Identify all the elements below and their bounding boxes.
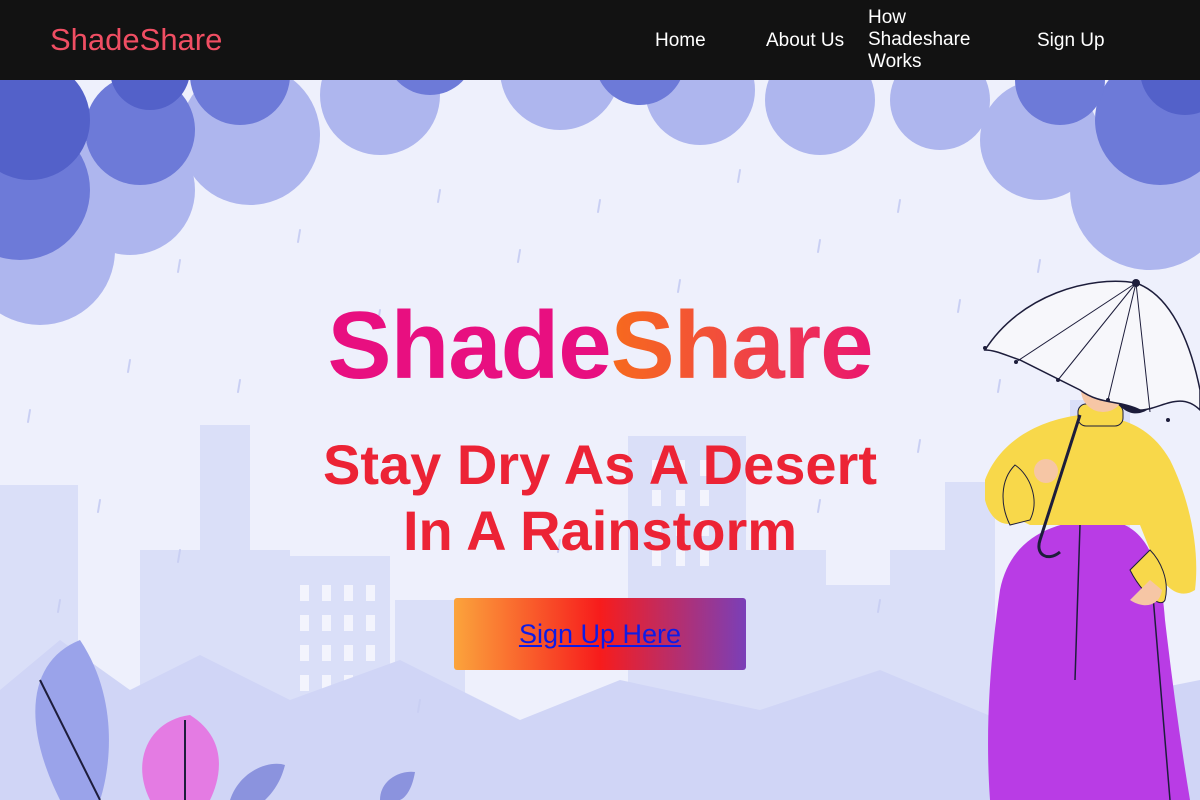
sign-up-here-link[interactable]: Sign Up Here — [519, 619, 681, 650]
nav-link-home[interactable]: Home — [655, 30, 706, 52]
top-navbar: ShadeShare Home About Us How Shadeshare … — [0, 0, 1200, 80]
tagline-line-1: Stay Dry As A Desert — [322, 433, 877, 496]
sign-up-cta-box[interactable]: Sign Up Here — [454, 598, 746, 670]
hero-tagline: Stay Dry As A Desert In A Rainstorm — [0, 432, 1200, 564]
nav-link-sign-up[interactable]: Sign Up — [1037, 30, 1105, 52]
site-logo[interactable]: ShadeShare — [50, 22, 222, 58]
nav-link-about-us[interactable]: About Us — [766, 30, 844, 52]
hero-title-part-shade: Shade — [327, 292, 612, 399]
nav-link-how-it-works[interactable]: How Shadeshare Works — [868, 7, 998, 73]
hero-section: ShadeShare Stay Dry As A Desert In A Rai… — [0, 80, 1200, 800]
person-illustration — [985, 362, 1197, 800]
hero-title: ShadeShare — [0, 296, 1200, 396]
hero-title-part-share: Share — [610, 292, 874, 399]
tagline-line-2: In A Rainstorm — [402, 499, 798, 562]
